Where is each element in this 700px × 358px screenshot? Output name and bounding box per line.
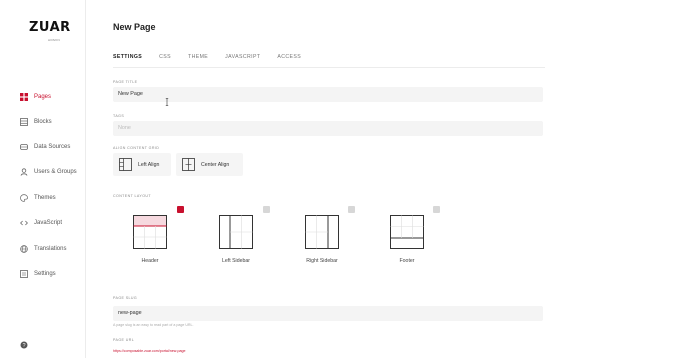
footer-layout-checkbox[interactable]	[433, 206, 440, 213]
sidebar: ZUAR ADMIN Pages Blocks Data Sources Use…	[0, 0, 86, 358]
code-icon	[20, 219, 28, 227]
sidebar-item-themes[interactable]: Themes	[20, 191, 56, 205]
tags-input[interactable]: None	[113, 121, 543, 136]
tags-label: TAGS	[113, 114, 125, 118]
tab-settings[interactable]: SETTINGS	[113, 54, 143, 68]
svg-text:?: ?	[22, 343, 25, 349]
help-icon[interactable]: ?	[20, 336, 28, 349]
brand-subtitle: ADMIN	[48, 38, 61, 42]
palette-icon	[20, 194, 28, 202]
layout-option-label: Left Sidebar	[222, 258, 250, 264]
left-sidebar-layout-icon	[219, 215, 253, 249]
sidebar-item-label: Blocks	[34, 119, 52, 125]
text-cursor-icon	[165, 93, 169, 106]
header-layout-icon	[133, 215, 167, 249]
tab-theme[interactable]: THEME	[188, 54, 208, 68]
right-sidebar-layout-icon	[305, 215, 339, 249]
header-layout-checkbox[interactable]	[177, 206, 184, 218]
layout-option-label: Footer	[399, 258, 415, 264]
sidebar-item-label: JavaScript	[34, 220, 63, 226]
page-url-link[interactable]: https://composable.zuar.com/portal/new-p…	[113, 349, 186, 353]
center-align-label: Center Align	[201, 161, 230, 168]
sidebar-item-data-sources[interactable]: Data Sources	[20, 140, 70, 154]
left-sidebar-layout-checkbox[interactable]	[263, 206, 270, 213]
sidebar-item-pages[interactable]: Pages	[20, 90, 51, 104]
layout-option-header[interactable]: Header	[114, 206, 186, 268]
grid-icon	[20, 93, 28, 101]
sidebar-item-blocks[interactable]: Blocks	[20, 115, 52, 129]
right-sidebar-layout-checkbox[interactable]	[348, 206, 355, 213]
sidebar-item-translations[interactable]: Translations	[20, 242, 66, 256]
page-slug-hint: A page slug is an easy to read part of a…	[113, 323, 194, 327]
page-title-label: PAGE TITLE	[113, 80, 138, 84]
settings-icon	[20, 270, 28, 278]
layout-option-right-sidebar[interactable]: Right Sidebar	[286, 206, 358, 268]
sidebar-item-label: Pages	[34, 94, 52, 100]
layout-option-left-sidebar[interactable]: Left Sidebar	[200, 206, 272, 268]
footer-layout-icon	[390, 215, 424, 249]
globe-icon	[20, 245, 28, 253]
brand-logo[interactable]: ZUAR	[29, 20, 71, 35]
sidebar-item-users-groups[interactable]: Users & Groups	[20, 165, 77, 179]
page-slug-input[interactable]: new-page	[113, 306, 543, 321]
layout-option-label: Right Sidebar	[306, 258, 338, 264]
content-layout-label: CONTENT LAYOUT	[113, 194, 152, 198]
sidebar-item-label: Data Sources	[34, 144, 71, 150]
layout-option-footer[interactable]: Footer	[371, 206, 443, 268]
sidebar-item-label: Themes	[34, 195, 56, 201]
left-align-label: Left Align	[138, 161, 160, 168]
page-title-input[interactable]: New Page	[113, 87, 543, 102]
sidebar-item-label: Translations	[34, 246, 67, 252]
center-align-button[interactable]: Center Align	[176, 153, 243, 176]
tabs-divider	[113, 67, 545, 68]
sidebar-item-javascript[interactable]: JavaScript	[20, 216, 62, 230]
sidebar-item-label: Settings	[34, 271, 56, 277]
layout-option-label: Header	[141, 258, 159, 264]
tab-bar: SETTINGS CSS THEME JAVASCRIPT ACCESS	[113, 54, 318, 68]
tab-javascript[interactable]: JAVASCRIPT	[225, 54, 260, 68]
page-slug-label: PAGE SLUG	[113, 296, 138, 300]
sidebar-item-settings[interactable]: Settings	[20, 267, 56, 281]
align-content-label: ALIGN CONTENT GRID	[113, 146, 160, 150]
tab-access[interactable]: ACCESS	[277, 54, 301, 68]
sidebar-item-label: Users & Groups	[34, 169, 77, 175]
left-align-button[interactable]: Left Align	[113, 153, 171, 176]
user-icon	[20, 168, 28, 176]
center-align-icon	[182, 158, 195, 171]
main-content: New Page SETTINGS CSS THEME JAVASCRIPT A…	[100, 0, 700, 358]
left-align-icon	[119, 158, 132, 171]
page-title: New Page	[113, 22, 156, 32]
database-icon	[20, 143, 28, 151]
blocks-icon	[20, 118, 28, 126]
tab-css[interactable]: CSS	[159, 54, 171, 68]
page-url-label: PAGE URL	[113, 338, 135, 342]
